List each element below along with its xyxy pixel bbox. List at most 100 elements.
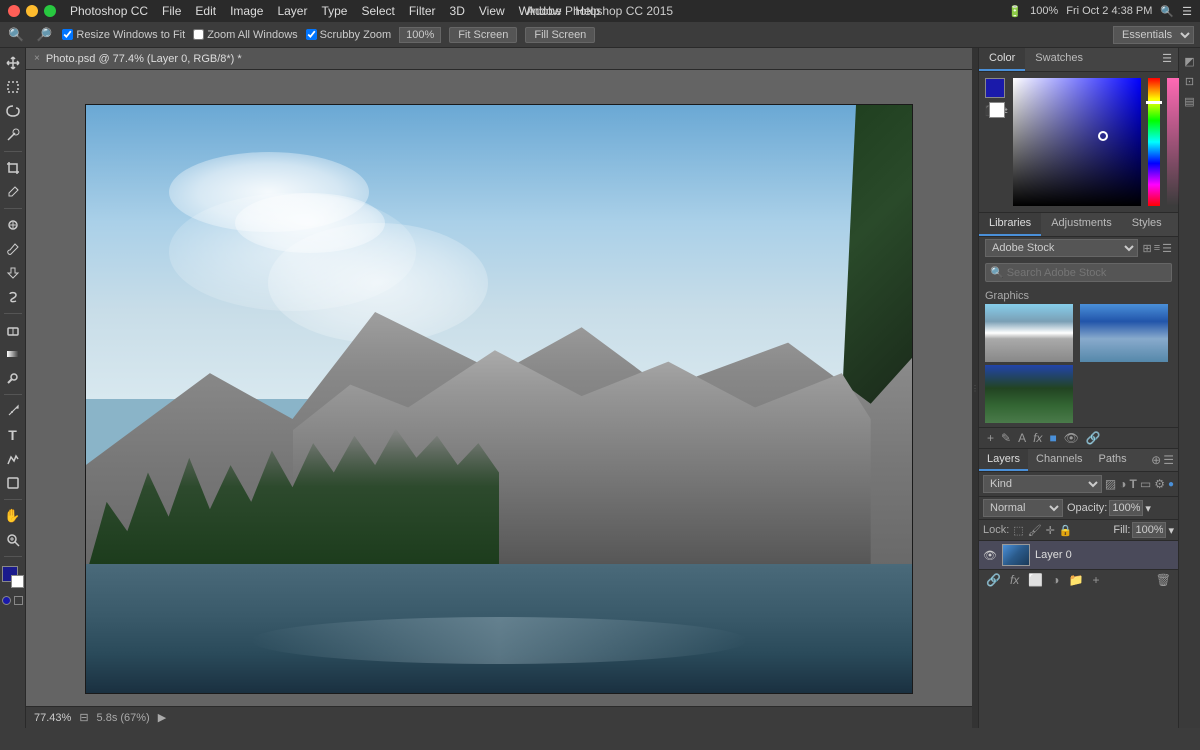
minimize-button[interactable] [26, 5, 38, 17]
layers-panel-new-group[interactable]: ⊕ [1151, 453, 1161, 467]
opacity-arrow[interactable]: ▾ [1145, 502, 1151, 515]
tab-paths[interactable]: Paths [1091, 449, 1135, 471]
menu-layer[interactable]: Layer [271, 2, 313, 20]
fill-screen-button[interactable]: Fill Screen [525, 27, 595, 43]
scrubby-zoom-option[interactable]: Scrubby Zoom [306, 29, 392, 41]
layer-row-0[interactable]: 👁 Layer 0 [979, 541, 1178, 569]
tool-zoom[interactable] [2, 529, 24, 551]
panel-options-button[interactable]: ☰ [1162, 242, 1172, 255]
tool-dodge[interactable] [2, 367, 24, 389]
menu-filter[interactable]: Filter [403, 2, 442, 20]
scrubby-zoom-checkbox[interactable] [306, 29, 317, 40]
hue-saturation-picker[interactable] [1013, 78, 1141, 206]
filter-type-icon[interactable]: T [1130, 477, 1137, 491]
library-search-input[interactable] [1007, 267, 1167, 279]
fill-input[interactable] [1132, 522, 1166, 538]
eye-icon[interactable]: 👁 [1062, 430, 1081, 446]
link-icon[interactable]: 🔗 [1084, 430, 1103, 446]
zoom-input[interactable] [399, 27, 441, 43]
menu-edit[interactable]: Edit [189, 2, 222, 20]
library-search[interactable]: 🔍 [985, 263, 1172, 282]
filter-adjustment-icon[interactable]: ◑ [1119, 477, 1126, 491]
workspace-select[interactable]: Essentials [1113, 26, 1194, 44]
alpha-slider[interactable] [1167, 78, 1179, 206]
tool-text[interactable]: T [2, 424, 24, 446]
lock-transparent-pixels[interactable]: ⬚ [1013, 524, 1023, 537]
tab-channels[interactable]: Channels [1028, 449, 1090, 471]
tool-path-selection[interactable] [2, 448, 24, 470]
background-color[interactable] [11, 575, 24, 588]
new-adjustment-button[interactable]: ◑ [1049, 573, 1062, 587]
panel-icon-2[interactable]: ⊡ [1181, 72, 1199, 90]
zoom-out-icon[interactable]: 🔎 [34, 27, 54, 43]
tool-clone[interactable] [2, 262, 24, 284]
menu-select[interactable]: Select [355, 2, 400, 20]
tool-brush[interactable] [2, 238, 24, 260]
tool-hand[interactable]: ✋ [2, 505, 24, 527]
tab-color[interactable]: Color [979, 48, 1025, 71]
link-layers-button[interactable]: 🔗 [983, 573, 1004, 587]
add-mask-button[interactable]: ⬜ [1025, 573, 1046, 587]
quick-mask-icon[interactable] [2, 596, 11, 605]
filter-on-off[interactable]: ● [1168, 479, 1174, 490]
tool-pen[interactable] [2, 400, 24, 422]
lock-all[interactable]: 🔒 [1059, 524, 1073, 537]
menu-view[interactable]: View [473, 2, 511, 20]
tab-swatches[interactable]: Swatches [1025, 48, 1093, 71]
tool-shape[interactable] [2, 472, 24, 494]
tool-gradient[interactable] [2, 343, 24, 365]
document-close-button[interactable]: × [34, 53, 40, 64]
grid-view-button[interactable]: ⊞ [1142, 242, 1151, 255]
color-fg-bg-switcher[interactable] [985, 78, 1009, 102]
adobe-stock-select[interactable]: Adobe Stock [985, 239, 1138, 257]
tab-libraries[interactable]: Libraries [979, 213, 1041, 236]
text-lib-icon[interactable]: A [1016, 430, 1028, 446]
menu-photoshop[interactable]: Photoshop CC [64, 2, 154, 20]
resize-windows-option[interactable]: Resize Windows to Fit [62, 29, 185, 41]
color-panel-menu[interactable]: ☰ [1156, 48, 1178, 71]
graphic-thumbnail-mountain[interactable] [985, 304, 1073, 362]
layer-visibility-toggle[interactable]: 👁 [983, 548, 997, 562]
panel-icon-3[interactable]: ▤ [1181, 92, 1199, 110]
pencil-icon[interactable]: ✎ [999, 430, 1013, 446]
tool-eraser[interactable] [2, 319, 24, 341]
zoom-in-icon[interactable]: 🔍 [6, 27, 26, 43]
menu-type[interactable]: Type [315, 2, 353, 20]
fx-icon[interactable]: fx [1031, 430, 1044, 446]
color-swatches[interactable] [2, 566, 24, 588]
panel-icon-1[interactable]: ◩ [1181, 52, 1199, 70]
tool-eyedropper[interactable] [2, 181, 24, 203]
tool-lasso[interactable] [2, 100, 24, 122]
zoom-all-windows-option[interactable]: Zoom All Windows [193, 29, 297, 41]
filter-shape-icon[interactable]: ▭ [1140, 477, 1151, 491]
canvas-wrapper[interactable] [26, 70, 972, 728]
standard-mode-icon[interactable] [14, 596, 23, 605]
menu-file[interactable]: File [156, 2, 187, 20]
tool-crop[interactable] [2, 157, 24, 179]
filter-kind-select[interactable]: Kind [983, 475, 1102, 493]
new-layer-button[interactable]: + [1089, 573, 1102, 587]
maximize-button[interactable] [44, 5, 56, 17]
layers-panel-menu[interactable]: ☰ [1163, 453, 1174, 467]
tool-history-brush[interactable] [2, 286, 24, 308]
tool-marquee[interactable] [2, 76, 24, 98]
opacity-input[interactable] [1109, 500, 1143, 516]
canvas-image[interactable] [85, 104, 913, 694]
tab-adjustments[interactable]: Adjustments [1041, 213, 1122, 236]
filter-pixel-icon[interactable]: ▨ [1105, 477, 1116, 491]
tab-styles[interactable]: Styles [1122, 213, 1172, 236]
menu-image[interactable]: Image [224, 2, 269, 20]
blend-mode-select[interactable]: Normal Dissolve Multiply Screen Overlay [983, 499, 1063, 517]
add-content-icon[interactable]: + [985, 430, 996, 446]
tool-healing[interactable] [2, 214, 24, 236]
new-group-button[interactable]: 📁 [1066, 573, 1087, 587]
menu-3d[interactable]: 3D [444, 2, 471, 20]
graphic-thumbnail-lake[interactable] [1080, 304, 1168, 362]
close-button[interactable] [8, 5, 20, 17]
resize-windows-checkbox[interactable] [62, 29, 73, 40]
background-color-swatch[interactable] [989, 102, 1005, 118]
lock-position[interactable]: ✛ [1046, 524, 1055, 537]
zoom-all-windows-checkbox[interactable] [193, 29, 204, 40]
color-swatch-lib-icon[interactable]: ■ [1047, 430, 1058, 446]
fill-arrow[interactable]: ▾ [1168, 524, 1174, 537]
